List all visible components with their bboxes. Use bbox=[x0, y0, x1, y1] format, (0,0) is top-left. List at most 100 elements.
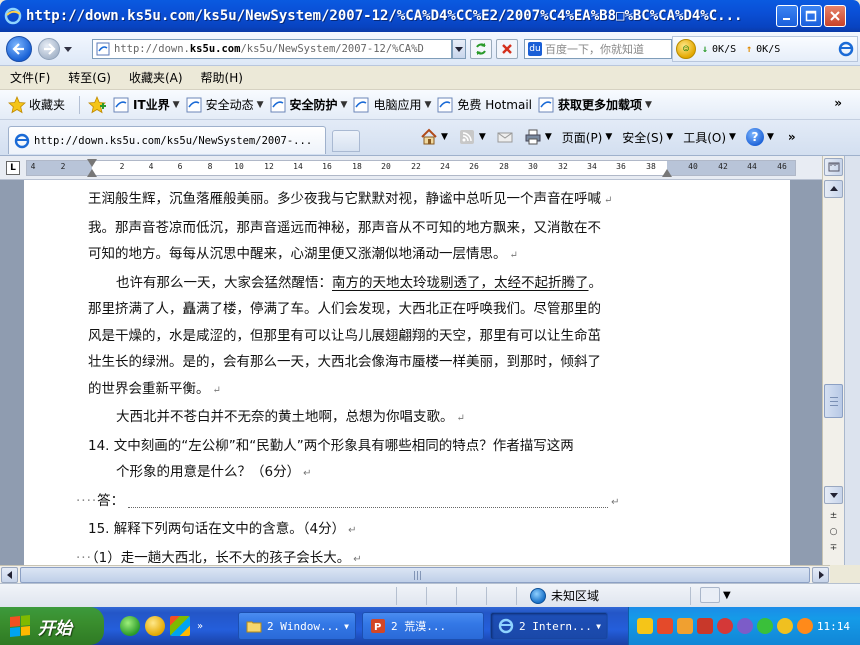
feeds-button[interactable]: ▼ bbox=[458, 128, 486, 146]
left-indent-marker[interactable] bbox=[87, 169, 97, 177]
chevron-right-more-icon[interactable]: » bbox=[197, 621, 203, 632]
first-line-indent-marker[interactable] bbox=[87, 159, 97, 167]
favorite-pc-apps[interactable]: 电脑应用 ▼ bbox=[353, 96, 431, 113]
tray-shield-icon[interactable] bbox=[716, 618, 733, 634]
menu-file[interactable]: 文件(F) bbox=[10, 69, 50, 86]
document-line: 壮生长的绿洲。是的，会有那么一天，大西北会像海市蜃楼一样美丽，到那时，倾斜了 bbox=[88, 354, 601, 370]
chevron-down-icon bbox=[455, 47, 463, 52]
ruler-tick: 32 bbox=[558, 162, 568, 171]
scroll-thumb[interactable] bbox=[824, 384, 843, 418]
tray-app-icon[interactable] bbox=[776, 618, 793, 634]
ruler-tick: 8 bbox=[207, 162, 213, 171]
tray-app-icon[interactable] bbox=[696, 618, 713, 634]
favorites-button[interactable]: 收藏夹 bbox=[8, 95, 65, 114]
status-divider bbox=[516, 587, 517, 605]
select-browse-object-icon[interactable]: ○ bbox=[824, 524, 843, 540]
chevron-down-icon: ▼ bbox=[766, 132, 774, 142]
menu-favorites[interactable]: 收藏夹(A) bbox=[129, 69, 183, 86]
download-arrow-icon: ↓ bbox=[702, 43, 709, 55]
url-prefix: http://down. bbox=[114, 43, 190, 55]
print-button[interactable]: ▼ bbox=[524, 128, 552, 146]
menu-goto[interactable]: 转至(G) bbox=[68, 69, 111, 86]
favorite-get-addons[interactable]: 获取更多加载项 ▼ bbox=[538, 96, 652, 113]
page-menu[interactable]: 页面(P) ▼ bbox=[562, 129, 613, 146]
windows-logo-icon bbox=[10, 614, 30, 638]
start-button[interactable]: 开始 bbox=[0, 607, 104, 645]
tray-app-icon[interactable] bbox=[736, 618, 753, 634]
horizontal-scrollbar[interactable]: ||| bbox=[0, 565, 830, 583]
chevron-down-icon: ▼ bbox=[645, 99, 652, 110]
taskbar-button-windows[interactable]: 2 Window... ▼ bbox=[238, 612, 356, 640]
ruler-toggle-button[interactable] bbox=[824, 158, 843, 176]
favorite-security-news[interactable]: 安全动态 ▼ bbox=[186, 96, 264, 113]
clock[interactable]: 11:14 bbox=[817, 620, 850, 633]
previous-page-icon[interactable]: ± bbox=[824, 508, 843, 524]
tab-stop-selector[interactable]: L bbox=[6, 161, 20, 175]
zoom-button[interactable]: ▼ bbox=[700, 587, 731, 603]
taskbar-button-powerpoint[interactable]: P 2 荒漠... bbox=[362, 612, 484, 640]
forward-button[interactable] bbox=[38, 38, 60, 60]
ruler-left-margin bbox=[27, 161, 92, 175]
tools-menu[interactable]: 工具(O) ▼ bbox=[683, 129, 736, 146]
favorite-security-protection[interactable]: 安全防护 ▼ bbox=[270, 96, 347, 113]
scroll-right-button[interactable] bbox=[812, 567, 829, 583]
scroll-left-button[interactable] bbox=[1, 567, 18, 583]
chevron-down-icon: ▼ bbox=[544, 132, 552, 142]
chevron-right-more-icon[interactable]: » bbox=[834, 96, 842, 110]
address-dropdown-button[interactable] bbox=[452, 39, 466, 59]
search-input[interactable]: du 百度一下，你就知道 bbox=[524, 39, 672, 59]
scroll-down-button[interactable] bbox=[824, 486, 843, 504]
tray-app-icon[interactable] bbox=[656, 618, 673, 634]
horizontal-ruler[interactable]: 4 2 2 4 6 8 10 12 14 16 18 20 22 24 26 2… bbox=[26, 159, 796, 177]
back-button[interactable] bbox=[6, 36, 32, 62]
address-input[interactable]: http://down. ks5u.com/ks5u/NewSystem/2007… bbox=[92, 39, 452, 59]
quick-launch: » bbox=[120, 616, 203, 636]
answer-line: ····答： ↵ bbox=[76, 492, 620, 509]
tray-network-icon[interactable] bbox=[676, 618, 693, 634]
help-button[interactable]: ? ▼ bbox=[745, 128, 774, 146]
home-button[interactable]: ▼ bbox=[420, 128, 448, 146]
history-dropdown-icon[interactable] bbox=[64, 45, 72, 53]
favorite-it-industry[interactable]: IT业界 ▼ bbox=[113, 96, 180, 113]
desktop-quicklaunch-icon[interactable] bbox=[170, 616, 190, 636]
right-indent-marker[interactable] bbox=[662, 169, 672, 177]
browser-quicklaunch-icon[interactable] bbox=[120, 616, 140, 636]
close-button[interactable] bbox=[824, 5, 846, 27]
scroll-up-button[interactable] bbox=[824, 180, 843, 198]
messenger-quicklaunch-icon[interactable] bbox=[145, 616, 165, 636]
page-icon bbox=[96, 42, 110, 56]
powerpoint-icon: P bbox=[371, 619, 385, 633]
globe-icon bbox=[530, 587, 546, 604]
tray-app-icon[interactable] bbox=[796, 618, 813, 634]
tab-active[interactable]: http://down.ks5u.com/ks5u/NewSystem/2007… bbox=[8, 126, 326, 154]
document-viewport[interactable]: 王润般生辉，沉鱼落雁般美丽。多少夜我与它默默对视，静谧中总听见一个声音在呼喊 ↵ … bbox=[0, 180, 822, 565]
next-page-icon[interactable]: ∓ bbox=[824, 540, 843, 556]
mail-button[interactable] bbox=[496, 128, 514, 146]
title-bar[interactable]: http://down.ks5u.com/ks5u/NewSystem/2007… bbox=[0, 0, 860, 32]
document-page[interactable]: 王润般生辉，沉鱼落雁般美丽。多少夜我与它默默对视，静谧中总听见一个声音在呼喊 ↵ … bbox=[24, 180, 790, 565]
menu-help[interactable]: 帮助(H) bbox=[201, 69, 243, 86]
answer-blank bbox=[128, 494, 609, 508]
maximize-button[interactable] bbox=[800, 5, 822, 27]
stop-button[interactable] bbox=[496, 39, 518, 59]
question-14: 14. 文中刻画的“左公柳”和“民勤人”两个形象具有哪些相同的特点？作者描写这两 bbox=[88, 437, 574, 454]
security-zone[interactable]: 未知区域 bbox=[530, 587, 599, 604]
ie-icon bbox=[353, 97, 369, 112]
safety-menu[interactable]: 安全(S) ▼ bbox=[622, 129, 673, 146]
status-divider bbox=[690, 587, 691, 605]
chevron-right-more-icon[interactable]: » bbox=[788, 130, 796, 144]
new-tab-button[interactable] bbox=[332, 130, 360, 152]
tray-app-icon[interactable] bbox=[637, 618, 653, 634]
tray-app-icon[interactable] bbox=[756, 618, 773, 634]
add-favorite-icon[interactable] bbox=[88, 95, 107, 114]
minimize-button[interactable] bbox=[776, 5, 798, 27]
taskbar-button-internet-explorer[interactable]: 2 Intern... ▼ bbox=[490, 612, 608, 640]
address-toolbar: http://down. ks5u.com/ks5u/NewSystem/2007… bbox=[0, 32, 860, 66]
ruler-tick: 10 bbox=[234, 162, 244, 171]
horizontal-scroll-thumb[interactable]: ||| bbox=[20, 567, 810, 583]
favorite-hotmail[interactable]: 免费 Hotmail bbox=[437, 96, 532, 113]
tab-title: http://down.ks5u.com/ks5u/NewSystem/2007… bbox=[34, 134, 313, 147]
vertical-scrollbar[interactable]: ± ○ ∓ bbox=[822, 156, 844, 565]
chevron-down-icon: ▼ bbox=[344, 621, 349, 631]
refresh-button[interactable] bbox=[470, 39, 492, 59]
